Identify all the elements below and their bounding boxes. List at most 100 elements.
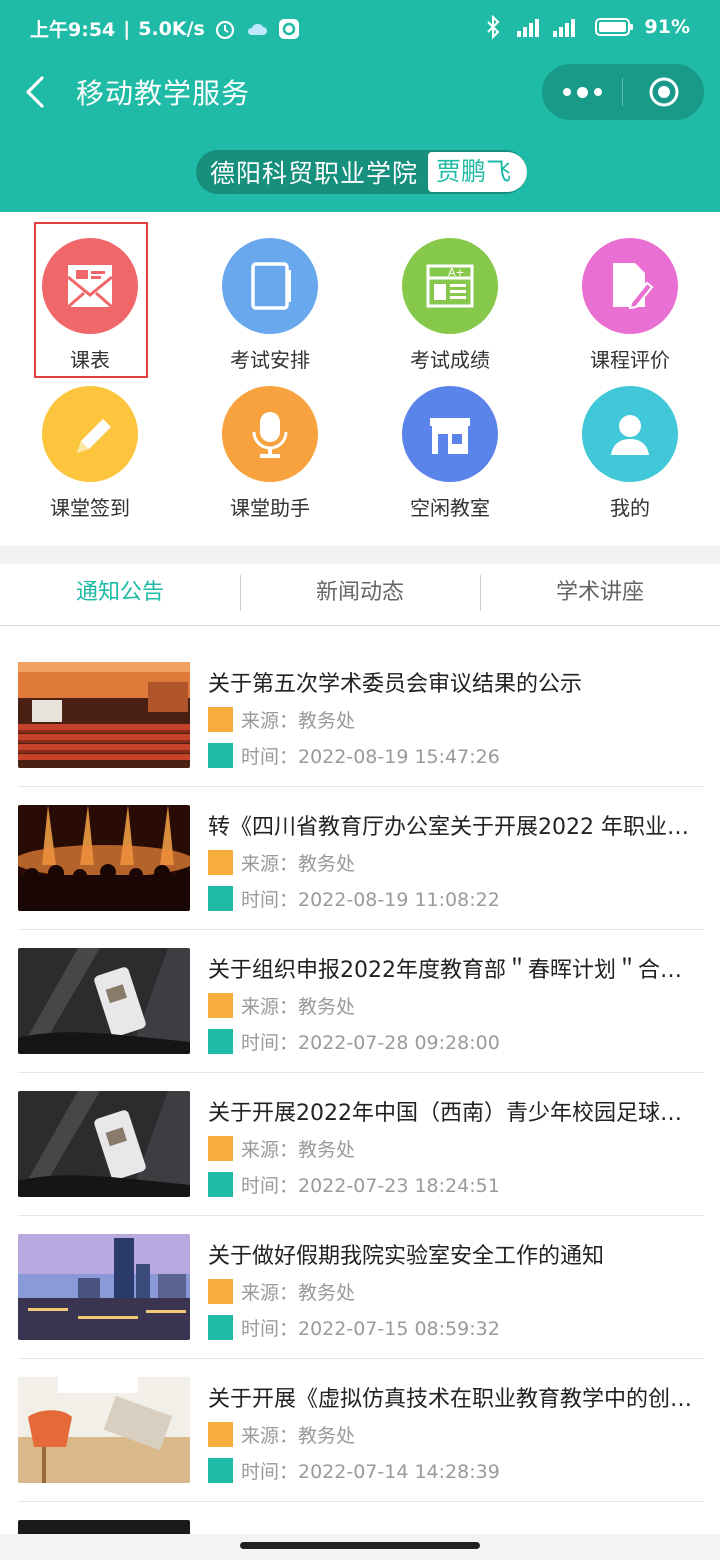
grid-label: 考试成绩	[410, 348, 490, 372]
list-item[interactable]: 关于第五次学术委员会审议结果的公示 来源：教务处 时间：2022-08-19 1…	[18, 644, 704, 787]
grid-item-check-in[interactable]: 课堂签到	[0, 386, 180, 536]
news-source: 来源：教务处	[208, 706, 355, 733]
grid-item-exam-schedule[interactable]: 考试安排	[180, 238, 360, 388]
news-title: 关于开展2022年中国（西南）青少年校园足球…	[208, 1101, 682, 1126]
status-bar: 上午9:54 | 5.0K/s 91%	[0, 0, 720, 58]
news-time: 时间：2022-08-19 15:47:26	[208, 742, 500, 769]
grid-label: 课堂助手	[230, 496, 310, 520]
grid-label: 课程评价	[590, 348, 670, 372]
miniprogram-capsule	[542, 64, 704, 120]
news-source: 来源：教务处	[208, 849, 355, 876]
news-source-text: 来源：教务处	[241, 1425, 356, 1447]
thumbnail-phone	[18, 948, 190, 1054]
news-source: 来源：教务处	[208, 992, 355, 1019]
news-title: 关于第五次学术委员会审议结果的公示	[208, 672, 583, 697]
function-grid: 课表 考试安排 A+ 考试成绩 课程评价 课堂签到 课堂助手 空闲教室 我的	[0, 212, 720, 546]
thumbnail-city	[18, 1234, 190, 1340]
news-source: 来源：教务处	[208, 1421, 355, 1448]
news-source: 来源：教务处	[208, 1135, 355, 1162]
close-miniprogram-button[interactable]	[624, 64, 704, 120]
signal-icon	[515, 15, 585, 39]
news-source-text: 来源：教务处	[241, 710, 356, 732]
source-marker	[208, 1136, 233, 1161]
home-indicator[interactable]	[240, 1542, 480, 1549]
battery-icon	[594, 15, 635, 39]
time-marker	[208, 1172, 233, 1197]
dot-icon	[593, 88, 602, 96]
news-time: 时间：2022-07-28 09:28:00	[208, 1028, 500, 1055]
list-item[interactable]: 关于开展《虚拟仿真技术在职业教育教学中的创… 来源：教务处 时间：2022-07…	[18, 1359, 704, 1502]
news-time-text: 时间：2022-08-19 15:47:26	[241, 746, 500, 768]
news-source: 来源：教务处	[208, 1278, 355, 1305]
profile-pill: 德阳科贸职业学院 贾鹏飞	[196, 150, 528, 194]
capsule-divider	[622, 78, 623, 106]
page-title: 移动教学服务	[76, 77, 251, 110]
time-marker	[208, 1458, 233, 1483]
grid-item-class-assistant[interactable]: 课堂助手	[180, 386, 360, 536]
tab-notices[interactable]: 通知公告	[0, 564, 240, 625]
pencil-icon	[42, 386, 138, 482]
grade-sheet-icon: A+	[402, 238, 498, 334]
list-item[interactable]: 关于开展2022年中国（西南）青少年校园足球… 来源：教务处 时间：2022-0…	[18, 1073, 704, 1216]
more-button[interactable]	[542, 64, 622, 120]
grid-item-mine[interactable]: 我的	[540, 386, 720, 536]
time-marker	[208, 886, 233, 911]
news-title: 关于做好假期我院实验室安全工作的通知	[208, 1244, 605, 1269]
thumbnail-phone	[18, 1091, 190, 1197]
grid-label: 考试安排	[230, 348, 310, 372]
source-marker	[208, 707, 233, 732]
chevron-left-icon	[26, 76, 44, 108]
bluetooth-icon	[481, 15, 505, 39]
school-name: 德阳科贸职业学院	[210, 159, 419, 188]
news-time-text: 时间：2022-07-23 18:24:51	[241, 1175, 500, 1197]
source-marker	[208, 1422, 233, 1447]
grid-label: 空闲教室	[410, 496, 490, 520]
header: 上午9:54 | 5.0K/s 91% 移动教学服务 德阳科贸职业学院 贾鹏飞	[0, 0, 720, 212]
section-divider	[0, 546, 720, 564]
battery-percent: 91%	[644, 16, 690, 38]
grid-item-exam-results[interactable]: A+ 考试成绩	[360, 238, 540, 388]
grid-label: 课堂签到	[50, 496, 130, 520]
list-item[interactable]: 关于组织申报2022年度教育部＂春晖计划＂合… 来源：教务处 时间：2022-0…	[18, 930, 704, 1073]
dot-icon	[562, 88, 571, 96]
grid-label: 我的	[610, 496, 650, 520]
news-tabs: 通知公告 新闻动态 学术讲座	[0, 564, 720, 626]
news-title: 转《四川省教育厅办公室关于开展2022 年职业…	[208, 815, 689, 840]
person-icon	[582, 386, 678, 482]
time-marker	[208, 1029, 233, 1054]
status-time: 上午9:54	[30, 19, 116, 41]
status-speed: 5.0K/s	[138, 17, 205, 40]
home-indicator-bar	[0, 1534, 720, 1560]
news-source-text: 来源：教务处	[241, 996, 356, 1018]
target-icon	[649, 77, 679, 107]
news-title: 关于组织申报2022年度教育部＂春晖计划＂合…	[208, 958, 682, 983]
svg-text:A+: A+	[448, 266, 465, 279]
notebook-icon	[222, 238, 318, 334]
student-name: 贾鹏飞	[428, 152, 528, 192]
list-item[interactable]: 关于做好假期我院实验室安全工作的通知 来源：教务处 时间：2022-07-15 …	[18, 1216, 704, 1359]
thumbnail-concert	[18, 805, 190, 911]
microphone-icon	[222, 386, 318, 482]
news-time-text: 时间：2022-07-14 14:28:39	[241, 1461, 500, 1483]
news-source-text: 来源：教务处	[241, 1139, 356, 1161]
thumbnail-auditorium	[18, 662, 190, 768]
grid-item-course-evaluation[interactable]: 课程评价	[540, 238, 720, 388]
tab-news[interactable]: 新闻动态	[240, 564, 480, 625]
news-time-text: 时间：2022-07-28 09:28:00	[241, 1032, 500, 1054]
document-pen-icon	[582, 238, 678, 334]
news-source-text: 来源：教务处	[241, 853, 356, 875]
news-time-text: 时间：2022-07-15 08:59:32	[241, 1318, 500, 1340]
alarm-icon	[213, 17, 237, 41]
dot-icon	[576, 86, 588, 98]
grid-item-free-classroom[interactable]: 空闲教室	[360, 386, 540, 536]
classroom-icon	[402, 386, 498, 482]
source-marker	[208, 1279, 233, 1304]
navbar: 移动教学服务	[0, 58, 720, 128]
list-item[interactable]: 转《四川省教育厅办公室关于开展2022 年职业… 来源：教务处 时间：2022-…	[18, 787, 704, 930]
thumbnail-desk	[18, 1377, 190, 1483]
app-icon	[277, 17, 301, 41]
back-button[interactable]	[18, 72, 58, 112]
tab-lectures[interactable]: 学术讲座	[480, 564, 720, 625]
weather-icon	[245, 17, 269, 41]
news-time: 时间：2022-07-23 18:24:51	[208, 1171, 500, 1198]
